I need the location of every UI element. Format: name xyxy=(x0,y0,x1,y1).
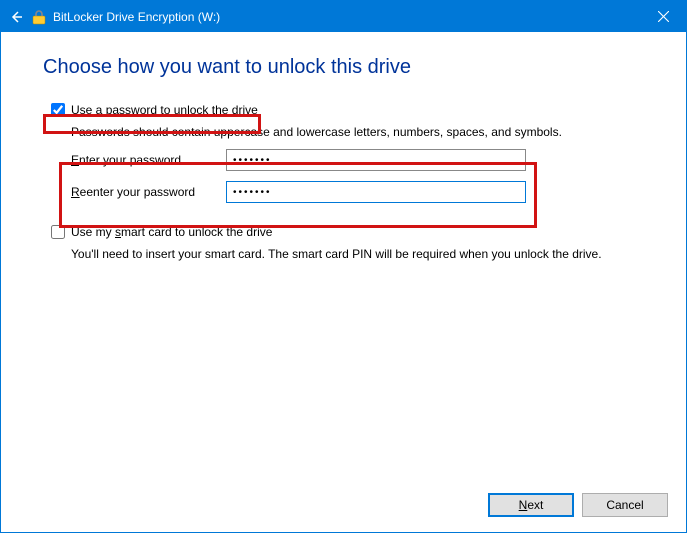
enter-password-row: Enter your password xyxy=(71,149,644,171)
smartcard-checkbox-label: Use my smart card to unlock the drive xyxy=(71,225,272,239)
label-part: Use a xyxy=(71,103,106,117)
smartcard-helper-text: You'll need to insert your smart card. T… xyxy=(71,247,644,261)
cancel-button[interactable]: Cancel xyxy=(582,493,668,517)
bitlocker-icon xyxy=(31,9,47,25)
reenter-password-row: Reenter your password xyxy=(71,181,644,203)
label-part: mart card to unlock the drive xyxy=(121,225,272,239)
next-button[interactable]: Next xyxy=(488,493,574,517)
password-helper-text: Passwords should contain uppercase and l… xyxy=(71,125,644,139)
password-checkbox-label: Use a password to unlock the drive xyxy=(71,103,258,117)
label-accel: E xyxy=(71,153,79,167)
label-accel: R xyxy=(71,185,80,199)
smartcard-checkbox[interactable] xyxy=(51,225,65,239)
window-title: BitLocker Drive Encryption (W:) xyxy=(53,10,220,24)
label-part: nter your password xyxy=(79,153,181,167)
enter-password-label: Enter your password xyxy=(71,153,226,167)
page-heading: Choose how you want to unlock this drive xyxy=(43,56,644,79)
label-part: assword to unlock the drive xyxy=(112,103,257,117)
password-checkbox-row[interactable]: Use a password to unlock the drive xyxy=(51,103,644,117)
enter-password-input[interactable] xyxy=(226,149,526,171)
reenter-password-label: Reenter your password xyxy=(71,185,226,199)
close-icon xyxy=(658,11,669,22)
back-button[interactable] xyxy=(1,2,31,32)
wizard-content: Choose how you want to unlock this drive… xyxy=(1,32,686,478)
smartcard-checkbox-row[interactable]: Use my smart card to unlock the drive xyxy=(51,225,644,239)
titlebar: BitLocker Drive Encryption (W:) xyxy=(1,1,686,32)
label-part: ext xyxy=(527,498,543,512)
back-arrow-icon xyxy=(8,9,24,25)
password-option-block: Use a password to unlock the drive Passw… xyxy=(43,103,644,203)
password-checkbox[interactable] xyxy=(51,103,65,117)
label-part: eenter your password xyxy=(80,185,195,199)
smartcard-option-block: Use my smart card to unlock the drive Yo… xyxy=(43,225,644,261)
wizard-footer: Next Cancel xyxy=(1,478,686,532)
close-button[interactable] xyxy=(640,1,686,32)
label-part: Use my xyxy=(71,225,115,239)
reenter-password-input[interactable] xyxy=(226,181,526,203)
